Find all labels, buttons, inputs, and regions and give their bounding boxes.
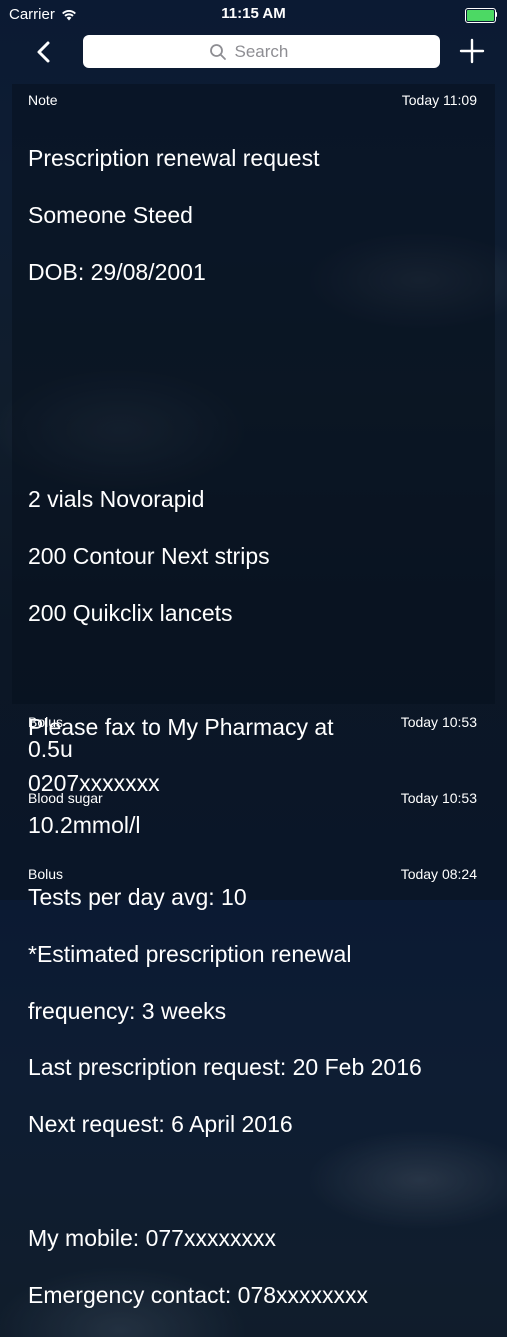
note-line: 2 vials Novorapid	[28, 486, 205, 513]
entry-time: Today 11:09	[401, 92, 477, 108]
entry-header: Note Today 11:09	[28, 92, 477, 110]
status-time: 11:15 AM	[221, 5, 286, 22]
list-item-bolus[interactable]: Bolus Today 08:24	[12, 856, 495, 932]
search-icon	[209, 43, 226, 60]
entry-type: Note	[28, 92, 58, 108]
note-line: 200 Contour Next strips	[28, 543, 270, 570]
note-line: My mobile: 077xxxxxxxx	[28, 1224, 276, 1251]
battery-fill	[467, 10, 494, 21]
entry-type: Bolus	[28, 866, 64, 882]
search-input[interactable]	[234, 41, 315, 62]
entry-time: Today 10:53	[400, 714, 477, 730]
back-button[interactable]	[30, 38, 60, 68]
note-line: ​	[28, 656, 477, 684]
note-line: ​	[28, 372, 477, 400]
add-entry-button[interactable]	[459, 38, 485, 64]
note-line: ​	[28, 1167, 477, 1195]
entry-time: Today 10:53	[400, 790, 477, 806]
entry-time: Today 08:24	[400, 866, 477, 882]
note-line: Prescription renewal request	[28, 145, 320, 172]
note-line: ​	[28, 428, 477, 456]
list-item-note[interactable]: Note Today 11:09 Prescription renewal re…	[12, 84, 495, 1308]
note-line: Someone Steed	[28, 202, 193, 229]
entry-header: Bolus Today 10:53	[28, 714, 477, 732]
list-item-bolus[interactable]: Bolus Today 10:53 0.5u	[12, 704, 495, 780]
entry-type: Bolus	[28, 714, 64, 730]
note-line: *Estimated prescription renewal	[28, 940, 352, 967]
entry-value: 0.5u	[28, 736, 73, 762]
note-line: Last prescription request: 20 Feb 2016	[28, 1054, 422, 1081]
nav-bar	[0, 28, 507, 78]
plus-icon	[459, 38, 485, 64]
status-bar: Carrier 11:15 AM	[0, 0, 507, 28]
entry-list: Note Today 11:09 Prescription renewal re…	[12, 84, 495, 1308]
note-line: ​	[28, 315, 477, 343]
note-line: Next request: 6 April 2016	[28, 1111, 293, 1138]
note-line: DOB: 29/08/2001	[28, 259, 206, 286]
search-field[interactable]	[83, 35, 440, 68]
entry-type: Blood sugar	[28, 790, 103, 806]
chevron-left-icon	[37, 41, 50, 63]
list-item-blood-sugar[interactable]: Blood sugar Today 10:53 10.2mmol/l	[12, 780, 495, 856]
entry-value: 10.2mmol/l	[28, 812, 141, 838]
note-line: Emergency contact: 078xxxxxxxx	[28, 1281, 369, 1308]
entry-header: Bolus Today 08:24	[28, 866, 477, 884]
entry-header: Blood sugar Today 10:53	[28, 790, 477, 808]
note-line: frequency: 3 weeks	[28, 997, 227, 1024]
note-line: 200 Quikclix lancets	[28, 599, 233, 626]
battery-icon	[465, 8, 498, 23]
